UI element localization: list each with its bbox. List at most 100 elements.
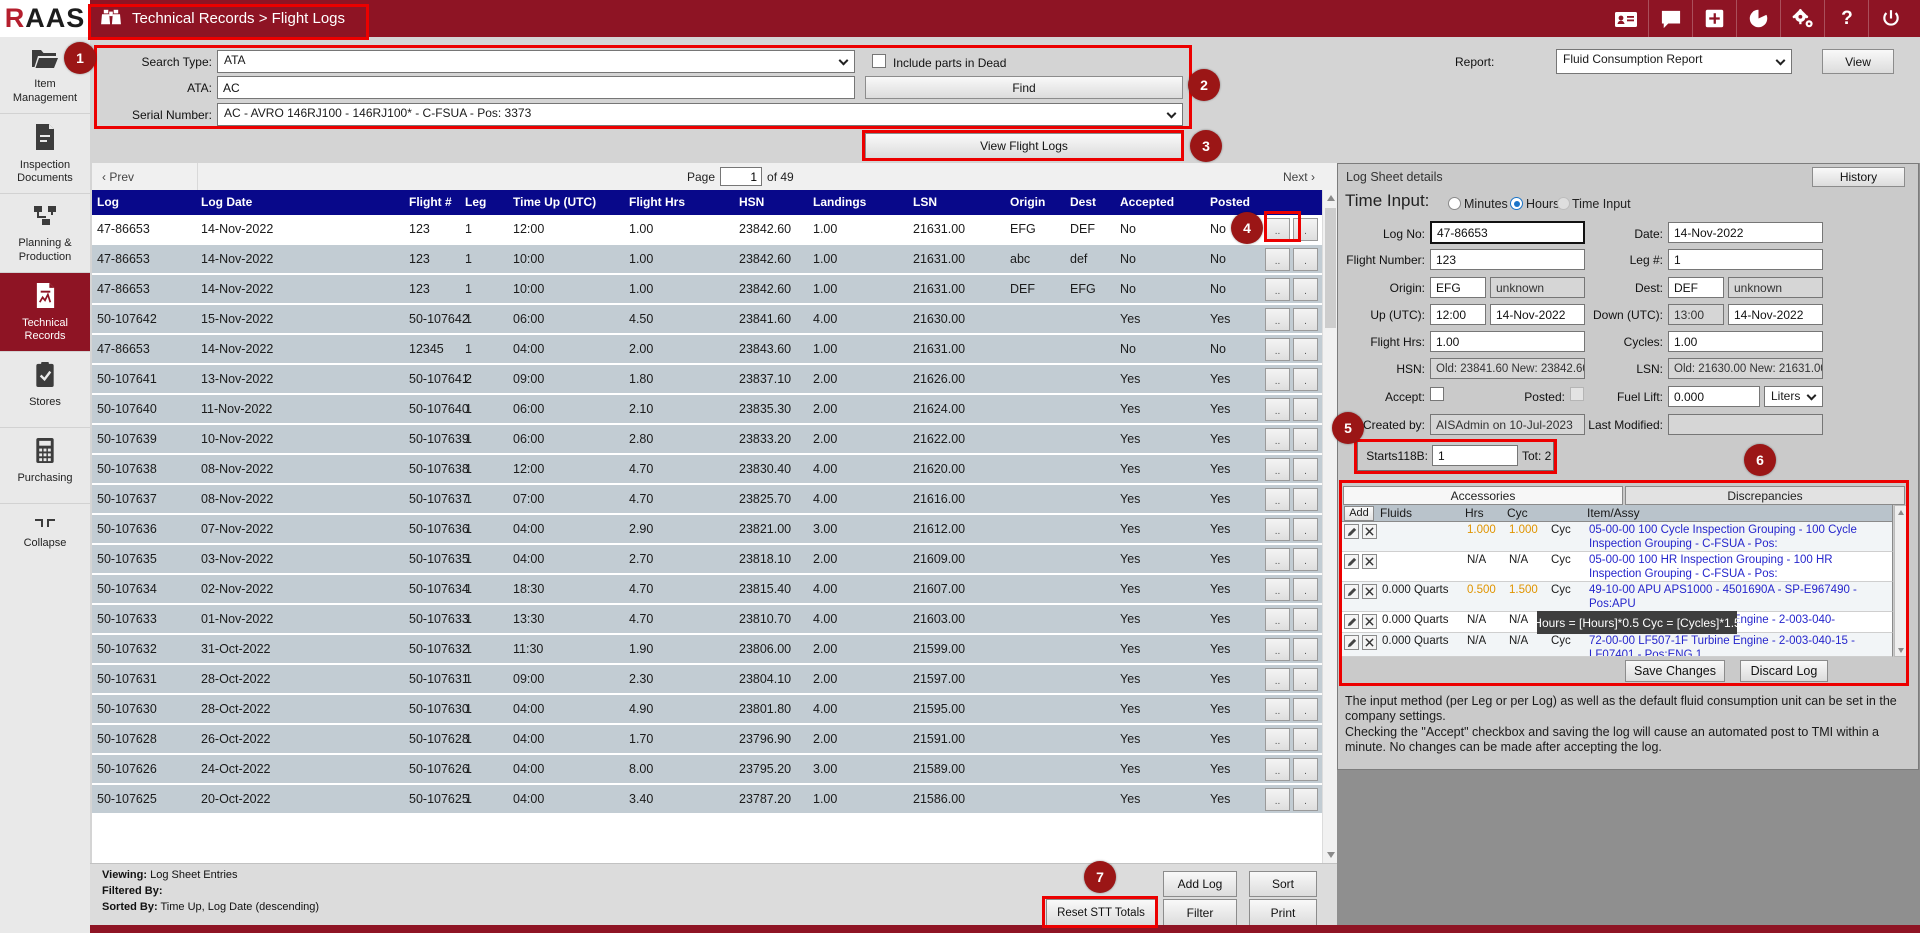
time-input-radio-minutes[interactable]: [1448, 197, 1461, 210]
row-more-button[interactable]: .: [1293, 368, 1318, 391]
table-row[interactable]: 47-8665314-Nov-2022123112:001.0023842.60…: [92, 215, 1322, 245]
messages-icon[interactable]: [1648, 0, 1692, 37]
open-log-button[interactable]: ..: [1265, 548, 1290, 571]
tab-accessories[interactable]: Accessories: [1343, 486, 1623, 505]
dest-input[interactable]: [1668, 277, 1724, 298]
next-page-button[interactable]: Next ›: [1283, 170, 1337, 184]
delete-accessory-button[interactable]: [1362, 554, 1377, 569]
column-header-lsn[interactable]: LSN: [908, 190, 1005, 215]
search-type-select[interactable]: ATA: [217, 50, 855, 73]
table-row[interactable]: 50-10763910-Nov-202250-107639106:002.802…: [92, 425, 1322, 455]
row-more-button[interactable]: .: [1293, 308, 1318, 331]
table-row[interactable]: 50-10764011-Nov-202250-107640106:002.102…: [92, 395, 1322, 425]
add-icon[interactable]: [1692, 0, 1736, 37]
sidebar-item-planning-production[interactable]: Planning & Production: [0, 194, 90, 273]
starts118b-input[interactable]: [1432, 445, 1518, 466]
table-row[interactable]: 50-10762826-Oct-202250-107628104:001.702…: [92, 725, 1322, 755]
row-more-button[interactable]: .: [1293, 788, 1318, 811]
table-row[interactable]: 50-10763301-Nov-202250-107633113:304.702…: [92, 605, 1322, 635]
row-more-button[interactable]: .: [1293, 578, 1318, 601]
leg-input[interactable]: [1668, 249, 1823, 270]
filter-button[interactable]: Filter: [1163, 899, 1237, 926]
row-more-button[interactable]: .: [1293, 758, 1318, 781]
settings-icon[interactable]: [1780, 0, 1824, 37]
scroll-down-arrow[interactable]: [1323, 847, 1338, 863]
open-log-button[interactable]: ..: [1265, 608, 1290, 631]
table-scrollbar[interactable]: [1322, 190, 1337, 863]
power-icon[interactable]: [1868, 0, 1912, 37]
open-log-button[interactable]: ..: [1265, 518, 1290, 541]
open-log-button[interactable]: ..: [1265, 488, 1290, 511]
open-log-button[interactable]: ..: [1265, 788, 1290, 811]
column-header-flight-hrs[interactable]: Flight Hrs: [624, 190, 734, 215]
history-button[interactable]: History: [1812, 167, 1905, 187]
table-row[interactable]: 50-10763028-Oct-202250-107630104:004.902…: [92, 695, 1322, 725]
date-input[interactable]: [1668, 222, 1823, 243]
row-more-button[interactable]: .: [1293, 608, 1318, 631]
table-row[interactable]: 47-8665314-Nov-202212345104:002.0023843.…: [92, 335, 1322, 365]
table-row[interactable]: 50-10764113-Nov-202250-107641209:001.802…: [92, 365, 1322, 395]
table-row[interactable]: 50-10762520-Oct-202250-107625104:003.402…: [92, 785, 1322, 815]
open-log-button[interactable]: ..: [1265, 638, 1290, 661]
row-more-button[interactable]: .: [1293, 728, 1318, 751]
open-log-button[interactable]: ..: [1265, 368, 1290, 391]
column-header-leg[interactable]: Leg: [460, 190, 508, 215]
delete-accessory-button[interactable]: [1362, 614, 1377, 629]
accessories-scrollbar[interactable]: [1894, 505, 1907, 657]
save-changes-button[interactable]: Save Changes: [1625, 660, 1725, 682]
ata-input[interactable]: [217, 76, 855, 99]
column-header-origin[interactable]: Origin: [1005, 190, 1065, 215]
time-input-radio-time-input[interactable]: [1557, 197, 1570, 210]
sidebar-item-item-management[interactable]: Item Management: [0, 37, 90, 114]
item-assy-link[interactable]: 49-10-00 APU APS1000 - 4501690A - SP-E96…: [1585, 582, 1872, 611]
open-log-button[interactable]: ..: [1265, 248, 1290, 271]
sidebar-item-inspection-documents[interactable]: Inspection Documents: [0, 114, 90, 195]
column-header-posted[interactable]: Posted: [1205, 190, 1262, 215]
open-log-button[interactable]: ..: [1265, 218, 1290, 241]
accept-checkbox[interactable]: [1430, 387, 1444, 401]
acc-scroll-up-arrow[interactable]: [1895, 506, 1906, 518]
item-assy-link[interactable]: 05-00-00 100 Cycle Inspection Grouping -…: [1585, 522, 1872, 551]
up-date-input[interactable]: [1490, 304, 1585, 325]
report-view-button[interactable]: View: [1822, 49, 1894, 74]
fuel-unit-select[interactable]: Liters: [1764, 386, 1823, 407]
help-icon[interactable]: ?: [1824, 0, 1868, 37]
cycles-input[interactable]: [1668, 331, 1823, 352]
tab-discrepancies[interactable]: Discrepancies: [1625, 486, 1905, 505]
page-number-input[interactable]: [720, 167, 762, 186]
table-row[interactable]: 50-10763402-Nov-202250-107634118:304.702…: [92, 575, 1322, 605]
up-time-input[interactable]: [1430, 304, 1486, 325]
edit-accessory-button[interactable]: [1344, 524, 1359, 539]
scroll-up-arrow[interactable]: [1323, 190, 1338, 206]
report-select[interactable]: Fluid Consumption Report: [1556, 49, 1792, 74]
item-assy-link[interactable]: 05-00-00 100 HR Inspection Grouping - 10…: [1585, 552, 1872, 581]
table-row[interactable]: 50-10763231-Oct-202250-107632111:301.902…: [92, 635, 1322, 665]
sidebar-item-technical-records[interactable]: Technical Records: [0, 273, 90, 353]
origin-input[interactable]: [1430, 277, 1486, 298]
table-row[interactable]: 47-8665314-Nov-2022123110:001.0023842.60…: [92, 245, 1322, 275]
edit-accessory-button[interactable]: [1344, 635, 1359, 650]
reports-icon[interactable]: [1736, 0, 1780, 37]
fuel-lift-input[interactable]: [1668, 386, 1760, 407]
scrollbar-thumb[interactable]: [1325, 208, 1336, 328]
find-button[interactable]: Find: [865, 76, 1183, 99]
column-header-hsn[interactable]: HSN: [734, 190, 808, 215]
row-more-button[interactable]: .: [1293, 698, 1318, 721]
row-more-button[interactable]: .: [1293, 338, 1318, 361]
open-log-button[interactable]: ..: [1265, 698, 1290, 721]
reset-stt-totals-button[interactable]: Reset STT Totals: [1046, 899, 1156, 926]
time-input-radio-hours[interactable]: [1510, 197, 1523, 210]
table-row[interactable]: 50-10763607-Nov-202250-107636104:002.902…: [92, 515, 1322, 545]
add-accessory-button[interactable]: Add: [1344, 506, 1374, 521]
row-more-button[interactable]: .: [1293, 518, 1318, 541]
row-more-button[interactable]: .: [1293, 218, 1318, 241]
row-more-button[interactable]: .: [1293, 548, 1318, 571]
column-header-log-date[interactable]: Log Date: [196, 190, 404, 215]
row-more-button[interactable]: .: [1293, 398, 1318, 421]
delete-accessory-button[interactable]: [1362, 584, 1377, 599]
column-header-dest[interactable]: Dest: [1065, 190, 1115, 215]
column-header-landings[interactable]: Landings: [808, 190, 908, 215]
row-more-button[interactable]: .: [1293, 428, 1318, 451]
column-header-time-up-utc-[interactable]: Time Up (UTC): [508, 190, 624, 215]
row-more-button[interactable]: .: [1293, 488, 1318, 511]
